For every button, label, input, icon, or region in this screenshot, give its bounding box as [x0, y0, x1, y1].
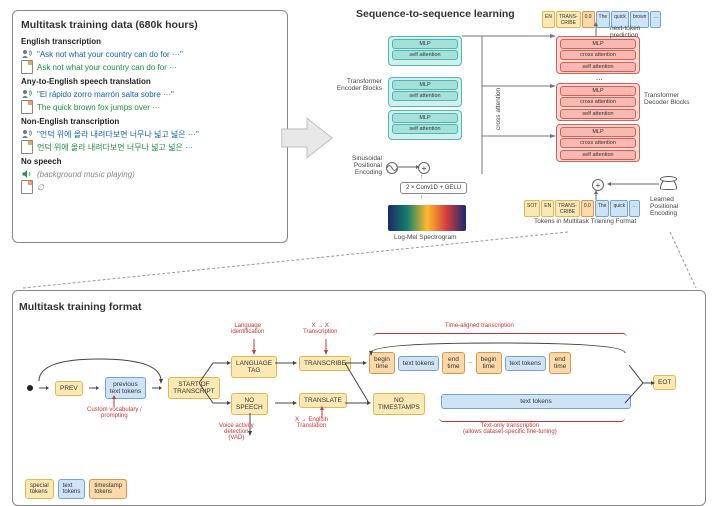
page-icon: [21, 61, 33, 73]
example-head: No speech: [21, 157, 279, 166]
enc-mlp: MLP: [392, 39, 458, 49]
dec-ca: cross attention: [560, 97, 636, 107]
speak-icon: [21, 88, 33, 100]
speak-icon: [21, 48, 33, 60]
encoder-label: Transformer Encoder Blocks: [332, 78, 382, 92]
end-time: end time: [442, 352, 464, 374]
no-timestamps: NO TIMESTAMPS: [373, 393, 425, 415]
token: …: [629, 200, 640, 217]
page-icon: [21, 141, 33, 153]
enc-mlp: MLP: [392, 80, 458, 90]
encoder-blocks: MLPself attention ⋮ MLPself attention ML…: [388, 36, 462, 140]
multitask-panel: Multitask training data (680k hours) Eng…: [12, 10, 288, 243]
legend-timestamp: timestamp tokens: [89, 479, 127, 499]
token: TRANS- CRIBE: [555, 200, 580, 217]
tokens-caption: Tokens in Multitask Training Format: [534, 218, 636, 225]
example-audio: (background music playing): [37, 170, 135, 179]
page-icon: [21, 101, 33, 113]
dec-mlp: MLP: [560, 127, 636, 137]
token: TRANS- CRIBE: [556, 11, 581, 28]
enc-dec-connector: [462, 30, 556, 180]
ann-text-only: Text-only transcription (allows dataset-…: [463, 423, 557, 435]
decoder-label: Transformer Decoder Blocks: [644, 92, 694, 106]
token: quick: [610, 200, 628, 217]
speak-icon: [21, 128, 33, 140]
example-audio: "언덕 위에 올라 내려다보면 너무나 넓고 넓은 ···": [37, 129, 199, 140]
text-tokens: text tokens: [505, 356, 546, 371]
text-tokens-only: text tokens: [441, 394, 631, 409]
token: SOT: [524, 200, 540, 217]
examples: English transcription "Ask not what your …: [21, 37, 279, 193]
dec-mlp: MLP: [560, 86, 636, 96]
dec-mlp: MLP: [560, 39, 636, 49]
example-output: ∅: [37, 183, 44, 192]
example-output: Ask not what your country can do for ···: [37, 63, 177, 72]
ann-langid: Language identification: [231, 323, 264, 335]
begin-time: begin time: [369, 352, 395, 374]
format-funnel: [20, 232, 700, 290]
example-output: 언덕 위에 올라 내려다보면 너무나 넓고 넓은 ···: [37, 142, 193, 153]
example-head: Any-to-English speech translation: [21, 77, 279, 86]
example-audio: "El rápido zorro marrón salta sobre ···": [37, 90, 174, 99]
ann-time-aligned: Time-aligned transcription: [445, 323, 514, 329]
decoder-blocks: MLPcross attentionself attention ⋮ MLPcr…: [556, 36, 640, 162]
multitask-title: Multitask training data (680k hours): [21, 19, 279, 31]
learned-pe-label: Learned Positional Encoding: [650, 196, 704, 217]
dec-ca: cross attention: [560, 138, 636, 148]
dec-ca: cross attention: [560, 50, 636, 60]
legend-text: text tokens: [58, 479, 86, 499]
ann-xe: X → English Translation: [295, 417, 328, 429]
input-tokens: SOTENTRANS- CRIBE0.0Thequick…: [524, 200, 640, 217]
sine-icon: [386, 162, 398, 174]
time-aligned-row: begin time text tokens end time ··· begi…: [369, 352, 571, 374]
enc-sa: self attention: [392, 50, 458, 60]
example-head: English transcription: [21, 37, 279, 46]
big-arrow-icon: [280, 110, 334, 166]
dec-sa: self attention: [560, 62, 636, 72]
enc-sa: self attention: [392, 91, 458, 101]
conv-box: 2 × Conv1D + GELU: [400, 182, 467, 194]
start-dot: [27, 385, 33, 391]
brace-time-aligned: [373, 333, 627, 338]
ann-vad: Voice activity detection (VAD): [219, 423, 254, 441]
sinusoidal-label: Sinusoidal Positional Encoding: [332, 155, 382, 176]
ann-xx: X → X Transcription: [303, 323, 337, 335]
format-title: Multitask training format: [19, 301, 699, 313]
example-audio: "Ask not what your country can do for ··…: [37, 50, 183, 59]
dec-sa: self attention: [560, 150, 636, 160]
dec-sa: self attention: [560, 109, 636, 119]
sound-icon: [21, 168, 33, 180]
seq-title: Sequence-to-sequence learning: [356, 8, 515, 20]
page-icon: [21, 181, 33, 193]
enc-sa: self attention: [392, 124, 458, 134]
legend-special: special tokens: [25, 479, 54, 499]
enc-mlp: MLP: [392, 113, 458, 123]
legend: special tokens text tokens timestamp tok…: [25, 479, 127, 499]
spectrogram: [388, 205, 466, 231]
token: The: [595, 200, 610, 217]
next-token-label: next-token prediction: [610, 25, 670, 39]
learned-pe-icon: [660, 178, 677, 190]
brace-text-only: [439, 417, 625, 422]
example-head: Non-English transcription: [21, 117, 279, 126]
example-output: The quick brown fox jumps over ···: [37, 103, 160, 112]
token: 0.0: [581, 200, 594, 217]
begin-time: begin time: [476, 352, 502, 374]
format-panel: Multitask training format PREV previous …: [12, 290, 706, 506]
plus-icon: +: [418, 162, 430, 174]
token: EN: [541, 200, 554, 217]
token: EN: [542, 11, 555, 28]
end-time: end time: [549, 352, 571, 374]
text-tokens: text tokens: [398, 356, 439, 371]
format-arrows: [199, 357, 369, 415]
ann-custom: Custom vocabulary / prompting: [87, 407, 142, 419]
